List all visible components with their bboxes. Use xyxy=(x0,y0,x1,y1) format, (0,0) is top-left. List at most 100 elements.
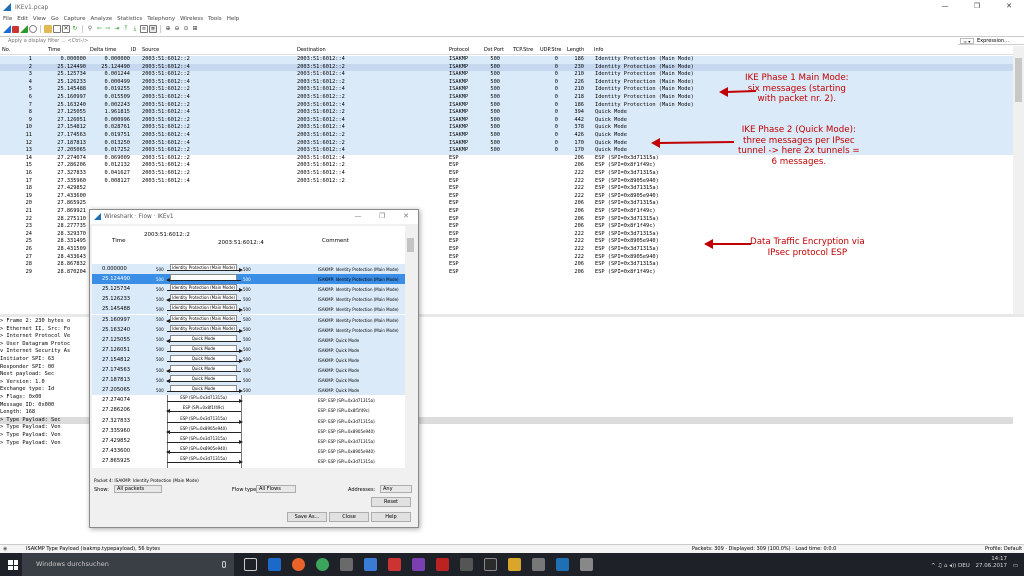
flow-minimize-button[interactable]: — xyxy=(352,212,364,222)
tray-icons[interactable]: ^ ♫ ⌂ ◂)) xyxy=(931,563,958,569)
flow-row[interactable]: 27.187813 500 Quick Mode 500 ISAKMP: Quick M… xyxy=(92,375,405,386)
file-explorer-icon[interactable] xyxy=(508,558,521,571)
filter-apply-arrow-icon[interactable]: ⇨ ▾ xyxy=(960,38,974,44)
menu-edit[interactable]: Edit xyxy=(17,16,28,22)
status-ready-icon[interactable]: ◉ xyxy=(3,545,7,553)
packet-row[interactable]: 19 27.433600 ESP 222 ESP (SPI=0x8905e940) xyxy=(0,192,1013,201)
last-packet-icon[interactable]: ⤓ xyxy=(131,25,139,33)
zoom-out-icon[interactable]: ⊖ xyxy=(173,25,181,33)
flow-row[interactable]: 25.163240 500 Identity Protection (Main Mo… xyxy=(92,324,405,335)
taskbar-search-box[interactable]: Windows durchsuchen xyxy=(22,553,234,576)
save-file-icon[interactable] xyxy=(53,25,61,33)
app-icon[interactable] xyxy=(532,558,545,571)
onenote-icon[interactable] xyxy=(412,558,425,571)
col-id[interactable]: ID xyxy=(131,47,136,53)
autoscroll-icon[interactable]: ≡ xyxy=(140,25,148,33)
notifications-icon[interactable]: ▭ xyxy=(1013,563,1018,570)
stop-capture-icon[interactable] xyxy=(12,25,19,33)
flow-row[interactable]: 27.327833 ESP (SPI=0x3d71315a) ESP: ESP (S… xyxy=(92,416,405,426)
flow-row[interactable]: 27.865925 ESP (SPI=0x3d71315a) ESP: ESP (S… xyxy=(92,456,405,466)
packet-row[interactable]: 6 25.160997 0.015509 2003:51:6012::4 2003:51… xyxy=(0,94,1013,102)
close-button[interactable]: ✕ xyxy=(994,2,1024,12)
flow-addresses-select[interactable]: Any xyxy=(380,485,412,493)
app-icon[interactable] xyxy=(460,558,473,571)
filezilla-icon[interactable] xyxy=(436,558,449,571)
flow-close-button[interactable]: ✕ xyxy=(400,212,412,222)
app-icon[interactable] xyxy=(580,558,593,571)
terminal-icon[interactable] xyxy=(484,558,497,571)
packet-row[interactable]: 7 25.163240 0.002243 2003:51:6012::2 2003:51… xyxy=(0,101,1013,110)
expression-button[interactable]: Expression… xyxy=(977,37,1009,45)
resize-columns-icon[interactable]: ⊞ xyxy=(191,25,199,33)
flow-horizontal-scrollbar[interactable] xyxy=(92,468,405,476)
display-filter-input[interactable] xyxy=(0,37,958,45)
packet-row[interactable]: 5 25.145488 0.019255 2003:51:6012::2 2003:51… xyxy=(0,86,1013,94)
microphone-icon[interactable] xyxy=(222,561,226,568)
app-icon[interactable] xyxy=(340,558,353,571)
menu-view[interactable]: View xyxy=(33,16,46,22)
tray-clock[interactable]: 14:17 27.06.2017 xyxy=(976,556,1008,570)
flow-scrollbar[interactable] xyxy=(405,226,416,468)
flow-row[interactable]: 25.124490 500 Identity Protection (Main Mo… xyxy=(92,274,405,285)
flow-help-button[interactable]: Help xyxy=(371,512,411,522)
go-forward-icon[interactable]: ⇨ xyxy=(104,25,112,33)
packet-row[interactable]: 11 27.174563 0.019751 2003:51:6012::4 2003:5… xyxy=(0,132,1013,140)
flow-row[interactable]: 27.205065 500 Quick Mode 500 ISAKMP: Quick M… xyxy=(92,385,405,396)
app-icon[interactable] xyxy=(364,558,377,571)
task-view-icon[interactable] xyxy=(244,558,257,571)
menu-go[interactable]: Go xyxy=(51,16,59,22)
menu-help[interactable]: Help xyxy=(227,16,240,22)
flow-show-select[interactable]: All packets xyxy=(114,485,162,493)
packet-row[interactable]: 18 27.429852 ESP 222 ESP (SPI=0x3d71315a) xyxy=(0,185,1013,193)
packet-row[interactable]: 9 27.126051 0.000996 2003:51:6012::2 2003:51… xyxy=(0,116,1013,125)
menu-tools[interactable]: Tools xyxy=(208,16,222,22)
restart-capture-icon[interactable] xyxy=(20,25,28,33)
flow-save-as-button[interactable]: Save As... xyxy=(287,512,327,522)
zoom-in-icon[interactable]: ⊕ xyxy=(164,25,172,33)
menu-file[interactable]: File xyxy=(3,16,12,22)
start-capture-icon[interactable] xyxy=(3,25,11,33)
wireshark-taskbar-icon[interactable] xyxy=(556,558,569,571)
windows-start-icon[interactable] xyxy=(8,560,18,570)
col-dst-port[interactable]: Dst Port xyxy=(484,47,504,53)
flow-row[interactable]: 25.126233 500 Identity Protection (Main Mo… xyxy=(92,294,405,305)
packet-row[interactable]: 4 25.126233 0.000499 2003:51:6012::4 2003:51… xyxy=(0,78,1013,87)
packet-list-scrollbar[interactable] xyxy=(1013,46,1024,314)
packet-row[interactable]: 16 27.327833 0.041627 2003:51:6012::2 2003:5… xyxy=(0,170,1013,178)
col-length[interactable]: Length xyxy=(567,47,584,53)
col-source[interactable]: Source xyxy=(142,47,159,53)
tray-language[interactable]: DEU xyxy=(958,563,970,569)
col-udp-stream[interactable]: UDP.Stre xyxy=(540,47,562,53)
capture-options-icon[interactable] xyxy=(29,25,37,33)
col-info[interactable]: Info xyxy=(594,47,603,53)
flow-row[interactable]: 27.125055 500 Quick Mode 500 ISAKMP: Quick M… xyxy=(92,334,405,345)
find-packet-icon[interactable]: ⚲ xyxy=(86,25,94,33)
flow-row[interactable]: 25.160997 500 Identity Protection (Main Mo… xyxy=(92,314,405,325)
packet-row[interactable]: 3 25.125734 0.001244 2003:51:6012::2 2003:51… xyxy=(0,71,1013,79)
packet-row[interactable]: 10 27.154812 0.028761 2003:51:6012::2 2003:5… xyxy=(0,124,1013,132)
flow-type-select[interactable]: All Flows xyxy=(256,485,296,493)
col-time[interactable]: Time xyxy=(48,47,60,53)
chrome-icon[interactable] xyxy=(316,558,329,571)
menu-statistics[interactable]: Statistics xyxy=(117,16,142,22)
flow-host-a[interactable]: 2003:51:6012::2 xyxy=(144,232,190,238)
outlook-icon[interactable] xyxy=(268,558,281,571)
open-file-icon[interactable] xyxy=(44,25,52,33)
flow-row[interactable]: 27.274074 ESP (SPI=0x3d71315a) ESP: ESP (S… xyxy=(92,395,405,405)
packet-row[interactable]: 13 27.205065 0.017252 2003:51:6012::2 2003:5… xyxy=(0,147,1013,155)
flow-row[interactable]: 27.174563 500 Quick Mode 500 ISAKMP: Quick M… xyxy=(92,365,405,376)
packet-row[interactable]: 17 27.335960 0.008127 2003:51:6012::4 2003:5… xyxy=(0,177,1013,186)
flow-row[interactable]: 25.125734 500 Identity Protection (Main Mo… xyxy=(92,284,405,295)
firefox-icon[interactable] xyxy=(292,558,305,571)
menu-wireless[interactable]: Wireless xyxy=(180,16,203,22)
restore-button[interactable]: ❐ xyxy=(962,2,992,12)
go-to-packet-icon[interactable]: ⇥ xyxy=(113,25,121,33)
packet-row[interactable]: 15 27.286206 0.012132 2003:51:6012::4 2003:5… xyxy=(0,162,1013,170)
packet-row[interactable]: 2 25.124490 25.124490 2003:51:6012::4 2003:5… xyxy=(0,63,1013,72)
flow-row[interactable]: 27.335960 ESP (SPI=0x8905e940) ESP: ESP (S… xyxy=(92,426,405,436)
reload-icon[interactable]: ↻ xyxy=(71,25,79,33)
flow-reset-button[interactable]: Reset xyxy=(371,497,411,507)
flow-row[interactable]: 27.154812 500 Quick Mode 500 ISAKMP: Quick M… xyxy=(92,354,405,365)
flow-row[interactable]: 27.429852 ESP (SPI=0x3d71315a) ESP: ESP (S… xyxy=(92,436,405,446)
menu-capture[interactable]: Capture xyxy=(64,16,86,22)
